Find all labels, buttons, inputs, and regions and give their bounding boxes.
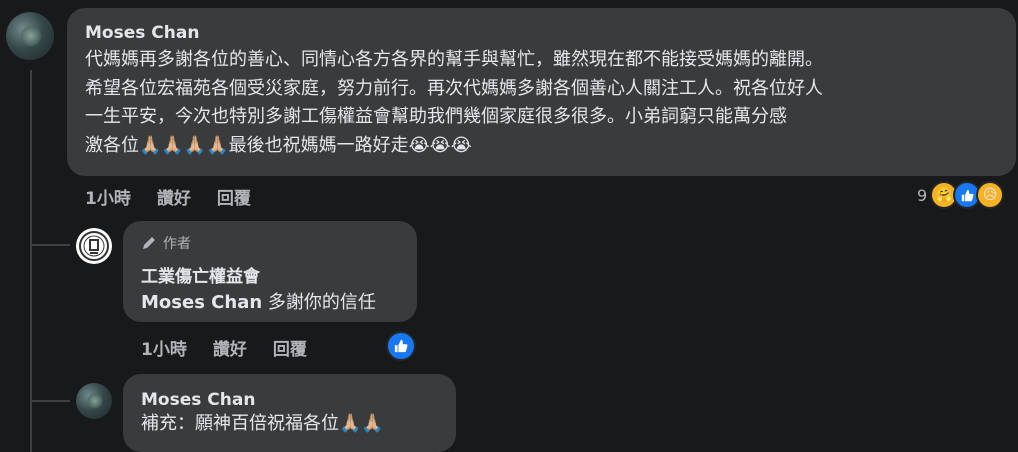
reply-text-body: 多謝你的信任 xyxy=(262,292,376,313)
reply-bubble: Moses Chan 補充：願神百倍祝福各位🙏🏼🙏🏼 xyxy=(123,374,456,452)
reply-author[interactable]: 工業傷亡權益會 xyxy=(141,262,417,287)
author-badge-label: 作者 xyxy=(163,236,191,252)
reply-button[interactable]: 回覆 xyxy=(217,184,251,209)
reply-time[interactable]: 1小時 xyxy=(141,335,187,360)
pencil-icon xyxy=(143,237,155,249)
reply-author[interactable]: Moses Chan xyxy=(141,390,456,410)
author-badge: 作者 xyxy=(141,233,417,253)
avatar[interactable] xyxy=(6,12,54,60)
avatar[interactable] xyxy=(76,383,112,419)
thread-line-vertical xyxy=(30,70,32,452)
comment-text-line: 一生平安，今次也特別多謝工傷￼權益會幫助我們幾個家庭很多很多￼。小弟詞窮只能萬分… xyxy=(85,106,787,127)
comment-text-line: 代媽媽再多謝各位的善心、同情心各方各界的幫手與幫忙，雖然現在都不能接受媽媽的離開… xyxy=(85,49,823,70)
comment-bubble: Moses Chan 代媽媽再多謝各位的善心、同情心各方各界的幫手與幫忙，雖然現… xyxy=(67,8,1016,176)
comment-text-line: 激各位🙏🏼🙏🏼🙏🏼🙏🏼最後也祝媽媽一路好走😭😭😭 xyxy=(85,134,472,156)
reply-text: 補充：願神百倍祝福各位🙏🏼🙏🏼 xyxy=(141,413,384,434)
comment-text: 代媽媽再多謝各位的善心、同情心各方各界的幫手與幫忙，雖然現在都不能接受媽媽的離開… xyxy=(85,46,1016,160)
reply-actions: 1小時 讚好 回覆 xyxy=(141,335,307,360)
comment-text-line: 希望各位宏福苑各個受災家庭，努力前行。再次代媽媽多謝各個善心人關注工人。祝各位好… xyxy=(85,77,823,99)
thread-line-branch-1 xyxy=(30,244,70,246)
comment-actions: 1小時 讚好 回覆 xyxy=(85,184,251,209)
reply-like-icon[interactable] xyxy=(386,331,416,361)
reply-text: Moses Chan 多謝你的信任 xyxy=(141,289,417,318)
reaction-count: 9 xyxy=(917,185,928,205)
page-avatar[interactable] xyxy=(76,228,112,264)
reply-button[interactable]: 回覆 xyxy=(273,335,307,360)
reaction-summary[interactable]: 9 🤗 😥 xyxy=(917,181,1005,209)
organization-logo-icon xyxy=(79,231,109,261)
like-button[interactable]: 讚好 xyxy=(213,335,247,360)
comment-time[interactable]: 1小時 xyxy=(85,184,131,209)
reply-bubble: 作者 工業傷亡權益會 Moses Chan 多謝你的信任 xyxy=(123,221,417,322)
comment-author[interactable]: Moses Chan xyxy=(85,23,1016,43)
mentioned-user[interactable]: Moses Chan xyxy=(141,292,262,313)
sad-icon: 😥 xyxy=(976,181,1005,209)
like-button[interactable]: 讚好 xyxy=(157,184,191,209)
thread-line-branch-2 xyxy=(30,400,70,402)
